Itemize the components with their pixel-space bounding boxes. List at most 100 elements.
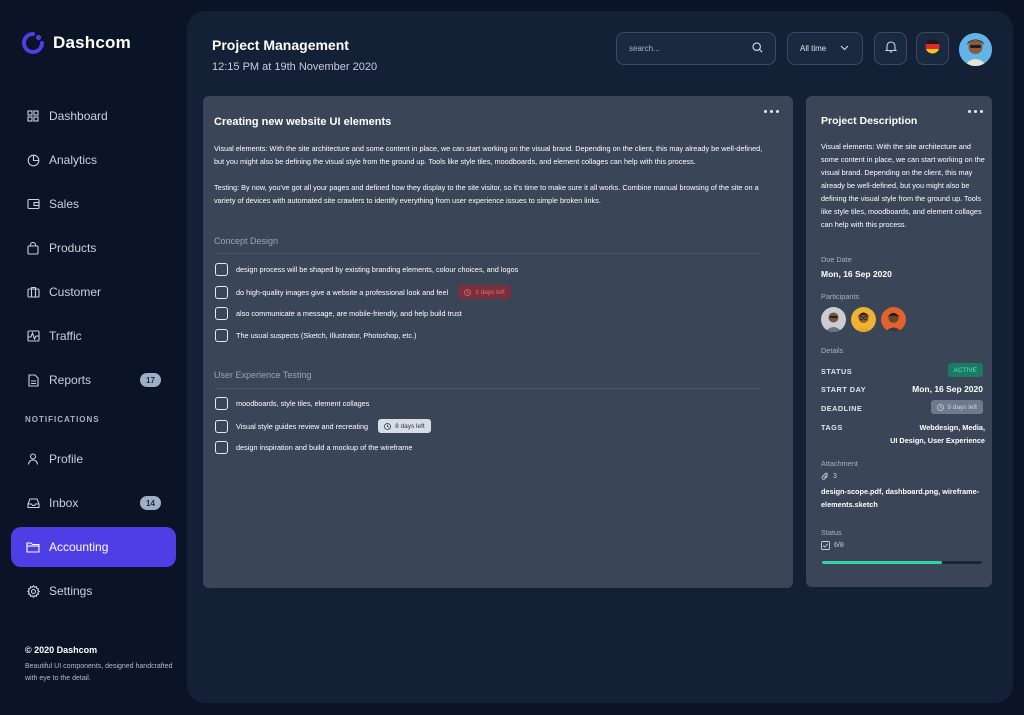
- user-icon: [26, 452, 40, 466]
- participant-avatar[interactable]: [881, 307, 906, 332]
- status-badge: ACTIVE: [947, 363, 983, 377]
- sidebar-item-customer[interactable]: Customer: [11, 272, 176, 312]
- sidebar-item-label: Reports: [49, 373, 92, 387]
- checklist-item[interactable]: also communicate a message, are mobile-f…: [215, 307, 462, 320]
- sidebar-item-label: Sales: [49, 197, 80, 211]
- sidebar-item-label: Settings: [49, 584, 93, 598]
- sidebar-item-label: Customer: [49, 285, 102, 299]
- participants-list: [821, 307, 906, 332]
- checklist-item-text: Visual style guides review and recreatin…: [236, 421, 369, 431]
- task-title: Creating new website UI elements: [214, 116, 392, 128]
- search-icon[interactable]: [752, 40, 763, 58]
- page-datetime: 12:15 PM at 19th November 2020: [212, 61, 378, 73]
- checklist-item[interactable]: design inspiration and build a mockup of…: [215, 441, 412, 454]
- notifications-section-label: NOTIFICATIONS: [25, 415, 100, 424]
- page-title: Project Management: [212, 37, 349, 53]
- checklist-item-text: design process will be shaped by existin…: [236, 265, 519, 274]
- checklist-item[interactable]: moodboards, style tiles, element collage…: [215, 397, 369, 410]
- document-icon: [26, 373, 40, 387]
- checkbox[interactable]: [215, 441, 228, 454]
- gear-icon: [26, 584, 40, 598]
- checkbox[interactable]: [215, 397, 228, 410]
- project-description-card: Project Description Visual elements: Wit…: [806, 96, 992, 587]
- divider: [214, 253, 760, 254]
- checklist-item-text: moodboards, style tiles, element collage…: [236, 399, 370, 408]
- sidebar-item-dashboard[interactable]: Dashboard: [11, 96, 176, 136]
- chevron-down-icon: [840, 44, 849, 53]
- checklist-item-text: do high-quality images give a website a …: [236, 287, 449, 297]
- deadline-badge-text: 9 days left: [947, 403, 977, 411]
- detail-key: START DAY: [821, 385, 867, 394]
- participant-avatar[interactable]: [821, 307, 846, 332]
- participant-avatar[interactable]: [851, 307, 876, 332]
- grid-icon: [26, 109, 40, 123]
- due-date-label: Due Date: [821, 255, 852, 264]
- sidebar-item-label: Analytics: [49, 153, 98, 167]
- more-options-icon[interactable]: [968, 110, 983, 113]
- shopping-bag-icon: [26, 241, 40, 255]
- clock-icon: [384, 422, 391, 430]
- user-avatar[interactable]: [959, 33, 992, 66]
- checkbox[interactable]: [215, 419, 228, 433]
- checkbox[interactable]: [215, 285, 228, 299]
- sidebar-item-products[interactable]: Products: [11, 228, 176, 268]
- checklist-item[interactable]: do high-quality images give a website a …: [215, 285, 511, 299]
- checklist-item[interactable]: The usual suspects (Sketch, Illustrator,…: [215, 329, 416, 342]
- task-description: Visual elements: With the site architect…: [214, 142, 774, 220]
- more-options-icon[interactable]: [764, 110, 779, 113]
- checkbox[interactable]: [215, 307, 228, 320]
- start-day-value: Mon, 16 Sep 2020: [912, 384, 983, 394]
- bell-icon: [884, 40, 897, 58]
- checklist-item[interactable]: Visual style guides review and recreatin…: [215, 419, 431, 433]
- checklist-item-text: The usual suspects (Sketch, Illustrator,…: [236, 331, 417, 340]
- checkbox[interactable]: [215, 263, 228, 276]
- tags-line: UI Design, User Experience: [890, 436, 985, 445]
- sidebar-item-label: Profile: [49, 452, 84, 466]
- brand-name: Dashcom: [53, 33, 131, 52]
- footer-description: Beautiful UI components, designed handcr…: [25, 663, 173, 682]
- participants-label: Participants: [821, 292, 860, 301]
- due-badge: 3 days left: [458, 285, 511, 299]
- attachment-count-text: 3: [833, 473, 837, 480]
- sidebar-item-traffic[interactable]: Traffic: [11, 316, 176, 356]
- detail-key: STATUS: [821, 367, 853, 376]
- description-title: Project Description: [821, 115, 918, 127]
- checklist-item[interactable]: design process will be shaped by existin…: [215, 263, 518, 276]
- time-filter-select[interactable]: All time: [787, 32, 863, 65]
- sidebar-item-label: Products: [49, 241, 97, 255]
- clock-icon: [464, 288, 472, 296]
- sidebar-item-settings[interactable]: Settings: [11, 571, 176, 611]
- folder-icon: [26, 540, 40, 554]
- progress-bar: [822, 561, 982, 564]
- task-paragraph: Visual elements: With the site architect…: [214, 144, 763, 166]
- brand[interactable]: Dashcom: [22, 32, 131, 54]
- sidebar-item-label: Traffic: [49, 329, 82, 343]
- search-input[interactable]: [629, 44, 752, 53]
- sidebar-item-reports[interactable]: Reports 17: [11, 360, 176, 400]
- sidebar-item-analytics[interactable]: Analytics: [11, 140, 176, 180]
- wallet-icon: [26, 197, 40, 211]
- checkbox[interactable]: [215, 329, 228, 342]
- section-title: Concept Design: [214, 236, 279, 246]
- sidebar-item-label: Inbox: [49, 496, 79, 510]
- task-paragraph: Testing: By now, you've got all your pag…: [214, 183, 759, 205]
- task-card: Creating new website UI elements Visual …: [203, 96, 793, 588]
- pie-chart-icon: [26, 153, 40, 167]
- main-panel: Project Management 12:15 PM at 19th Nove…: [187, 11, 1013, 703]
- sidebar-item-inbox[interactable]: Inbox 14: [11, 483, 176, 523]
- description-text: Visual elements: With the site architect…: [821, 142, 985, 229]
- language-button[interactable]: [916, 32, 949, 65]
- sidebar-item-profile[interactable]: Profile: [11, 439, 176, 479]
- clock-icon: [937, 403, 945, 411]
- attachment-files[interactable]: design-scope.pdf, dashboard.png, wirefra…: [821, 485, 986, 511]
- briefcase-icon: [26, 285, 40, 299]
- notifications-button[interactable]: [874, 32, 907, 65]
- due-badge-text: 8 days left: [395, 422, 425, 430]
- checklist-item-text: also communicate a message, are mobile-f…: [236, 309, 462, 318]
- status-count-text: 6/8: [834, 542, 844, 549]
- activity-icon: [26, 329, 40, 343]
- sidebar-item-sales[interactable]: Sales: [11, 184, 176, 224]
- tags-line: Webdesign, Media,: [919, 423, 985, 432]
- sidebar-item-accounting[interactable]: Accounting: [11, 527, 176, 567]
- search-box[interactable]: [616, 32, 776, 65]
